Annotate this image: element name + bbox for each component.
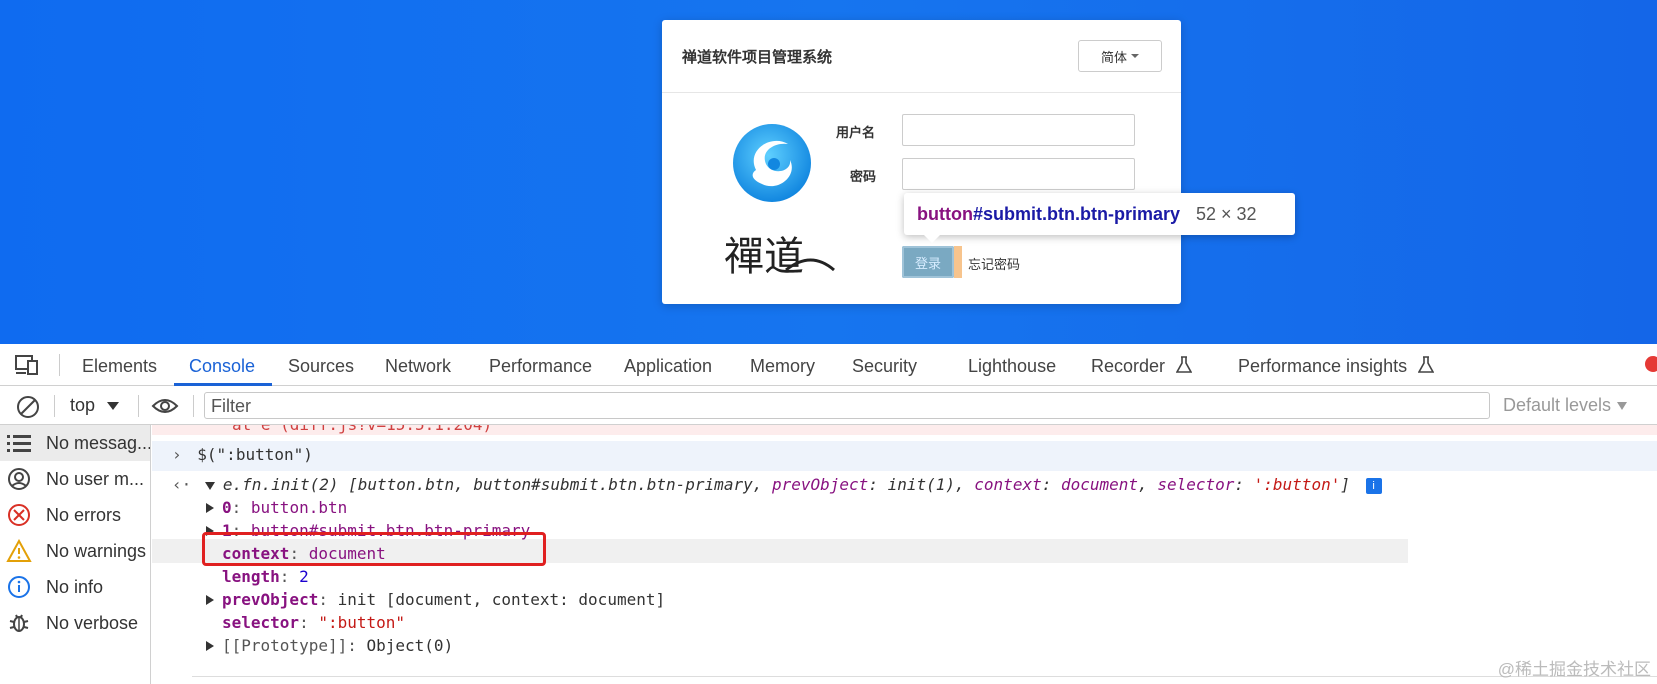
forgot-password-link[interactable]: 忘记密码 [968, 254, 1020, 273]
tab-security[interactable]: Security [852, 356, 917, 377]
divider [192, 676, 1657, 677]
divider [59, 354, 60, 376]
sidebar-item-errors[interactable]: No errors [0, 497, 150, 533]
info-icon [6, 574, 32, 600]
username-input[interactable] [902, 114, 1135, 146]
password-label: 密码 [850, 169, 877, 184]
inspect-tooltip: button #submit.btn.btn-primary 52 × 32 [904, 193, 1295, 243]
result-arrow-icon: ‹· [172, 475, 192, 494]
panel-header: 禅道软件项目管理系统 简体 [662, 20, 1181, 93]
sidebar-item-warnings[interactable]: No warnings [0, 533, 150, 569]
filter-input[interactable]: Filter [204, 392, 1490, 419]
caret-down-icon [107, 401, 120, 410]
error-count-icon[interactable] [1645, 356, 1657, 372]
sidebar-item-label: No verbose [46, 612, 139, 633]
tab-memory[interactable]: Memory [750, 356, 815, 377]
sidebar-item-label: No messag... [46, 432, 150, 453]
password-input[interactable] [902, 158, 1135, 190]
tooltip-selector: #submit.btn.btn-primary [972, 203, 1180, 224]
console-sidebar: No messag... No user m... No errors No w… [0, 425, 151, 684]
page-viewport: 禅道软件项目管理系统 简体 禪道 用户名 密码 登录 忘记密码 button #… [0, 0, 1657, 344]
watermark: @稀土掘金技术社区 [1497, 660, 1651, 679]
result-summary: e.fn.init(2) [button.btn, button#submit.… [222, 475, 1350, 494]
tooltip-size: 52 × 32 [1195, 203, 1257, 224]
console-toolbar: top Filter Default levels [0, 386, 1657, 425]
console-output: at e (diff.js?v=15.5.1:204) › $(":button… [152, 425, 1657, 684]
log-levels-label: Default levels [1503, 395, 1612, 415]
prop-selector: selector: ":button" [222, 613, 406, 632]
submit-button[interactable]: 登录 [902, 246, 954, 278]
divider [193, 395, 194, 417]
clear-console-icon[interactable] [16, 395, 40, 424]
language-label: 简体 [1100, 49, 1127, 65]
devtools-tabbar: Elements Console Sources Network Perform… [0, 344, 1657, 386]
page-title: 禅道软件项目管理系统 [682, 49, 833, 66]
divider [54, 395, 55, 417]
sidebar-item-info[interactable]: No info [0, 569, 150, 605]
context-label: top [70, 395, 96, 415]
submit-button-margin-overlay [954, 246, 962, 278]
live-expression-eye-icon[interactable] [151, 396, 179, 421]
tab-console[interactable]: Console [189, 356, 255, 377]
tab-performance-insights-label: Performance insights [1238, 356, 1408, 376]
sidebar-item-messages[interactable]: No messag... [0, 425, 150, 461]
caret-down-icon [1617, 401, 1628, 410]
user-icon [6, 466, 32, 492]
tab-recorder-label: Recorder [1091, 356, 1166, 376]
console-input-row [152, 441, 1657, 471]
tab-application[interactable]: Application [624, 356, 712, 377]
tab-performance[interactable]: Performance [489, 356, 592, 377]
list-icon [6, 430, 32, 456]
expand-triangle-icon [204, 481, 215, 490]
tooltip-tag: button [917, 203, 973, 224]
console-result-line[interactable]: ‹· e.fn.init(2) [button.btn, button#subm… [172, 475, 1382, 494]
flask-icon [1417, 356, 1435, 373]
login-panel: 禅道软件项目管理系统 简体 禪道 用户名 密码 登录 忘记密码 [662, 20, 1181, 304]
expand-triangle-icon [206, 641, 214, 651]
error-message-row: at e (diff.js?v=15.5.1:204) [152, 425, 1657, 435]
sidebar-item-label: No info [46, 576, 104, 597]
sidebar-item-user-messages[interactable]: No user m... [0, 461, 150, 497]
sidebar-item-label: No user m... [46, 468, 145, 489]
prop-prototype[interactable]: [[Prototype]]: Object(0) [206, 636, 453, 655]
sidebar-item-label: No warnings [46, 540, 147, 561]
tab-performance-insights[interactable]: Performance insights [1238, 356, 1435, 377]
tab-recorder[interactable]: Recorder [1091, 356, 1193, 377]
username-label: 用户名 [836, 125, 876, 140]
sidebar-item-verbose[interactable]: No verbose [0, 605, 150, 641]
logo-icon: 禪道 [724, 124, 835, 280]
device-toolbar-icon[interactable] [14, 354, 40, 381]
prop-length: length: 2 [222, 567, 309, 586]
expand-triangle-icon [206, 595, 214, 605]
language-dropdown[interactable]: 简体 [1078, 40, 1162, 72]
console-input-text: $(":button") [197, 445, 313, 464]
logo-text: 禪道 [724, 234, 804, 280]
log-levels-dropdown[interactable]: Default levels [1503, 395, 1628, 416]
tab-sources[interactable]: Sources [288, 356, 354, 377]
devtools-panel: Elements Console Sources Network Perform… [0, 344, 1657, 684]
tab-lighthouse[interactable]: Lighthouse [968, 356, 1056, 377]
prompt-chevron-icon: › [172, 445, 182, 464]
error-stack-text: at e (diff.js?v=15.5.1:204) [232, 425, 492, 434]
console-input-entry: › $(":button") [172, 445, 313, 464]
warning-icon [6, 538, 32, 564]
error-icon [6, 502, 32, 528]
prop-0[interactable]: 0: button.btn [206, 498, 347, 517]
flask-icon [1175, 356, 1193, 373]
divider [138, 395, 139, 417]
sidebar-item-label: No errors [46, 504, 122, 525]
expand-triangle-icon [206, 503, 214, 513]
prop-prevobject[interactable]: prevObject: init [document, context: doc… [206, 590, 665, 609]
prop-context: context: document [222, 544, 386, 563]
info-badge-icon[interactable]: i [1365, 477, 1382, 494]
zentao-logo: 禪道 [716, 120, 836, 290]
tab-elements[interactable]: Elements [82, 356, 157, 377]
tab-network[interactable]: Network [385, 356, 451, 377]
bug-icon [6, 610, 32, 636]
context-selector[interactable]: top [70, 395, 120, 416]
caret-down-icon [1131, 54, 1139, 58]
